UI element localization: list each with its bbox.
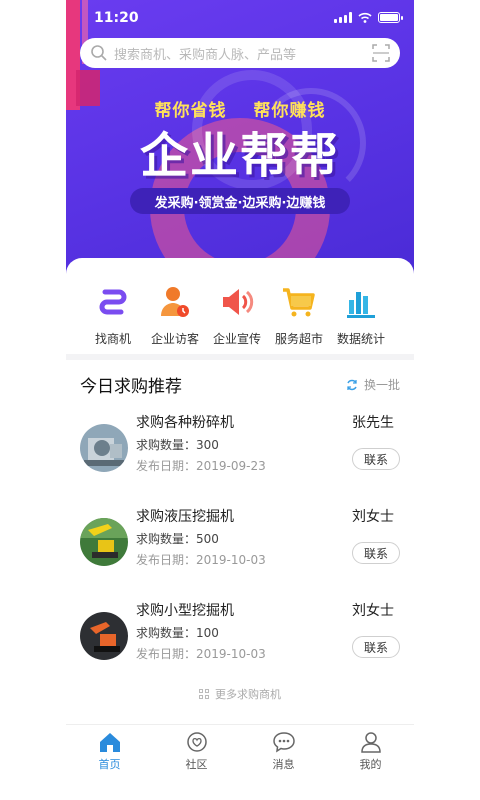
grid-icon xyxy=(199,689,209,699)
megaphone-icon xyxy=(223,289,254,315)
bar-chart-icon xyxy=(347,292,375,318)
search-icon xyxy=(91,45,107,61)
profile-icon xyxy=(360,732,381,753)
banner-headline: 企业帮帮 xyxy=(139,128,340,184)
item-date: 发布日期：2019-09-23 xyxy=(136,459,266,473)
phone-frame: 11:20 搜索商机、采购商人脉、产品等 帮你省钱 帮你赚钱 企业帮帮 发采购·… xyxy=(66,0,414,800)
tab-messages[interactable]: 消息 xyxy=(240,725,327,776)
main-content: 找商机 企业访客 企业宣传 服务超市 数据统计 今日求购推荐 换一批 求购各种粉… xyxy=(66,258,414,728)
quick-item-label: 数据统计 xyxy=(336,332,385,346)
app-screen: 11:20 搜索商机、采购商人脉、产品等 帮你省钱 帮你赚钱 企业帮帮 发采购·… xyxy=(0,0,480,800)
home-icon xyxy=(99,733,120,752)
product-thumbnail xyxy=(80,424,128,472)
contact-name: 刘女士 xyxy=(352,603,394,619)
item-title: 求购小型挖掘机 xyxy=(136,603,234,619)
item-quantity: 求购数量：500 xyxy=(136,532,219,546)
banner-tagline: 发采购·领赏金·边采购·边赚钱 xyxy=(130,188,350,214)
contact-button[interactable]: 联系 xyxy=(352,542,400,564)
tab-label: 社区 xyxy=(185,758,208,771)
section-title: 今日求购推荐 xyxy=(80,377,182,397)
wifi-icon xyxy=(358,12,372,23)
signal-icon xyxy=(334,12,352,23)
message-icon xyxy=(272,732,295,753)
quick-item-promotion[interactable]: 企业宣传 xyxy=(206,282,268,347)
quick-item-label: 服务超市 xyxy=(274,332,323,346)
more-label: 更多求购商机 xyxy=(215,688,281,701)
quick-item-label: 企业访客 xyxy=(150,332,199,346)
quick-item-find-opportunities[interactable]: 找商机 xyxy=(82,282,144,347)
item-title: 求购液压挖掘机 xyxy=(136,509,234,525)
tab-label: 我的 xyxy=(359,758,382,771)
tab-profile[interactable]: 我的 xyxy=(327,725,414,776)
link-icon xyxy=(99,289,127,315)
quick-item-label: 企业宣传 xyxy=(212,332,261,346)
contact-name: 张先生 xyxy=(352,415,394,431)
product-thumbnail xyxy=(80,612,128,660)
item-date: 发布日期：2019-10-03 xyxy=(136,647,266,661)
refresh-icon xyxy=(347,379,357,390)
cart-icon xyxy=(283,288,315,317)
item-quantity: 求购数量：300 xyxy=(136,438,219,452)
item-date: 发布日期：2019-10-03 xyxy=(136,553,266,567)
refresh-label: 换一批 xyxy=(363,378,400,392)
quick-item-statistics[interactable]: 数据统计 xyxy=(330,282,392,347)
bottom-tab-bar: 首页 社区 消息 我的 xyxy=(66,724,414,776)
quick-item-label: 找商机 xyxy=(94,332,131,346)
refresh-button[interactable]: 换一批 xyxy=(346,376,400,393)
status-icons xyxy=(334,12,403,23)
quick-menu: 找商机 企业访客 企业宣传 服务超市 数据统计 xyxy=(66,282,414,347)
search-placeholder[interactable]: 搜索商机、采购商人脉、产品等 xyxy=(114,44,372,63)
more-link[interactable]: 更多求购商机 xyxy=(66,686,414,702)
quick-item-visitors[interactable]: 企业访客 xyxy=(144,282,206,347)
battery-icon xyxy=(378,12,403,23)
contact-name: 刘女士 xyxy=(352,509,394,525)
section-divider xyxy=(66,354,414,360)
status-bar: 11:20 xyxy=(66,0,414,40)
contact-button[interactable]: 联系 xyxy=(352,448,400,470)
quick-item-service-market[interactable]: 服务超市 xyxy=(268,282,330,347)
scan-icon[interactable] xyxy=(372,44,390,62)
tab-community[interactable]: 社区 xyxy=(153,725,240,776)
status-time: 11:20 xyxy=(94,10,139,26)
tab-label: 首页 xyxy=(98,758,121,771)
community-icon xyxy=(186,732,207,752)
item-quantity: 求购数量：100 xyxy=(136,626,219,640)
purchase-item[interactable]: 求购小型挖掘机 求购数量：100 发布日期：2019-10-03 刘女士 联系 xyxy=(80,600,400,684)
item-title: 求购各种粉碎机 xyxy=(136,415,234,431)
purchase-item[interactable]: 求购液压挖掘机 求购数量：500 发布日期：2019-10-03 刘女士 联系 xyxy=(80,506,400,590)
search-bar[interactable]: 搜索商机、采购商人脉、产品等 xyxy=(80,38,400,68)
tab-label: 消息 xyxy=(272,758,295,771)
visitor-icon xyxy=(161,287,189,317)
purchase-item[interactable]: 求购各种粉碎机 求购数量：300 发布日期：2019-09-23 张先生 联系 xyxy=(80,412,400,496)
contact-button[interactable]: 联系 xyxy=(352,636,400,658)
promo-banner[interactable]: 11:20 搜索商机、采购商人脉、产品等 帮你省钱 帮你赚钱 企业帮帮 发采购·… xyxy=(66,0,414,280)
product-thumbnail xyxy=(80,518,128,566)
tab-home[interactable]: 首页 xyxy=(66,725,153,776)
